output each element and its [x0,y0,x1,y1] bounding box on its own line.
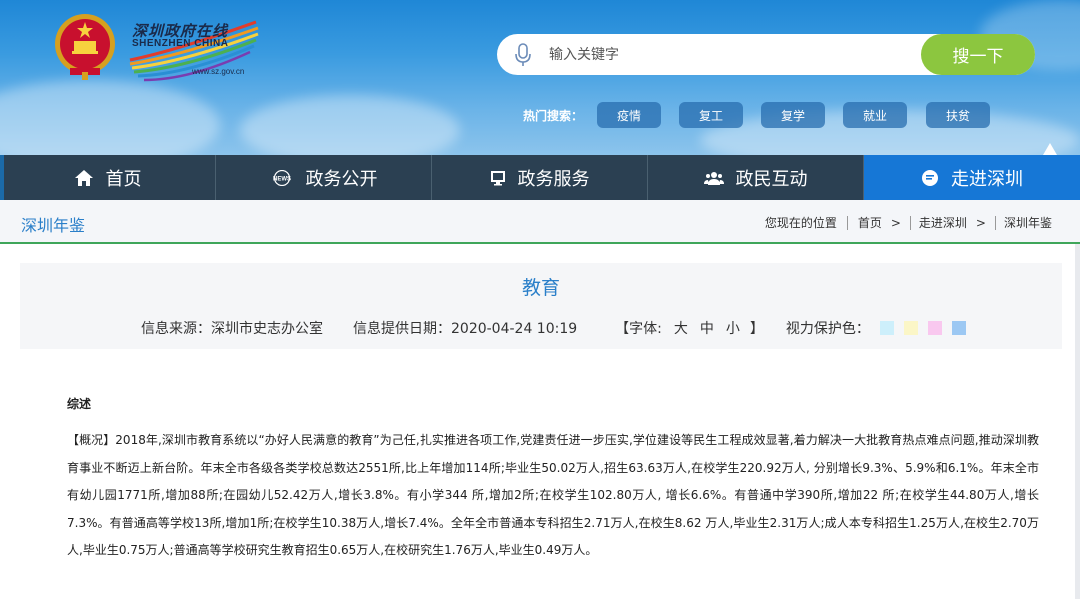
search-button[interactable]: 搜一下 [921,34,1035,75]
eye-care-swatch-cyan[interactable] [879,321,894,335]
search-bar: 搜一下 [497,34,1035,75]
monitor-icon [490,170,506,186]
article-meta: 信息来源：深圳市史志办公室 信息提供日期：2020-04-24 10:19 【字… [141,318,966,338]
logo-english-text: SHENZHEN CHINA [132,38,229,49]
font-size-small[interactable]: 小 [726,318,740,338]
hot-tag-employment[interactable]: 就业 [843,102,907,128]
breadcrumb-separator: > [975,215,986,230]
nav-label: 政务公开 [305,168,378,190]
search-input[interactable] [549,42,909,67]
logo-url-text: www.sz.gov.cn [192,67,245,76]
eye-care-label: 视力保护色： [785,321,870,337]
font-size-medium[interactable]: 中 [700,318,714,338]
nav-item-interaction[interactable]: 政民互动 [648,155,864,200]
summary-heading: 综述 [67,397,92,411]
nav-edge-strip [0,155,4,200]
breadcrumb-divider [846,215,848,230]
national-emblem-icon [55,14,115,80]
font-size-label: 【字体: [615,321,662,337]
svg-text:NEWS: NEWS [273,176,291,182]
site-header: 深圳政府在线 SHENZHEN CHINA www.sz.gov.cn 搜一下 … [0,0,1080,155]
nav-label: 首页 [105,168,142,190]
breadcrumb-discover-link[interactable]: 走进深圳 [919,214,967,231]
breadcrumb-separator: > [890,215,901,230]
eye-care-swatch-yellow[interactable] [903,321,918,335]
accessibility-icon[interactable] [1043,143,1057,155]
breadcrumb-home-link[interactable]: 首页 [858,214,882,231]
breadcrumb-divider [994,215,996,230]
news-icon: NEWS [270,169,294,186]
hot-tag-resume-work[interactable]: 复工 [679,102,743,128]
eye-care-swatch-pink[interactable] [927,321,942,335]
nav-item-discover-shenzhen[interactable]: 走进深圳 [864,155,1080,200]
nav-label: 政民互动 [735,168,808,190]
eye-care-swatch-blue[interactable] [951,321,966,335]
article-header: 教育 信息来源：深圳市史志办公室 信息提供日期：2020-04-24 10:19… [20,263,1062,349]
breadcrumb-yearbook-link[interactable]: 深圳年鉴 [1004,214,1052,231]
nav-item-government-affairs[interactable]: NEWS 政务公开 [216,155,432,200]
article-paragraph: 【概况】2018年,深圳市教育系统以“办好人民满意的教育”为己任,扎实推进各项工… [67,433,1039,557]
nav-item-home[interactable]: 首页 [0,155,216,200]
section-title[interactable]: 深圳年鉴 [21,212,85,236]
breadcrumb-divider [909,215,911,230]
font-size-end: 】 [749,321,764,337]
cloud-decoration [0,80,220,155]
hot-tag-epidemic[interactable]: 疫情 [597,102,661,128]
article-date: 信息提供日期：2020-04-24 10:19 [353,321,578,337]
article-title: 教育 [521,277,560,299]
scroll-gutter [1075,244,1080,599]
font-size-large[interactable]: 大 [674,318,688,338]
breadcrumb-bar: 深圳年鉴 您现在的位置 首页 > 走进深圳 > 深圳年鉴 [0,200,1080,244]
article-source: 信息来源：深圳市史志办公室 [141,321,323,337]
hot-tag-resume-school[interactable]: 复学 [761,102,825,128]
people-icon [703,170,724,186]
nav-item-government-services[interactable]: 政务服务 [432,155,648,200]
main-nav: 首页 NEWS 政务公开 政务服务 政民互动 走进深圳 [0,155,1080,200]
cloud-decoration [240,95,460,155]
microphone-icon[interactable] [514,43,532,67]
chat-icon [921,169,939,187]
nav-label: 走进深圳 [951,168,1023,190]
nav-label: 政务服务 [517,168,590,190]
hot-tag-poverty-relief[interactable]: 扶贫 [926,102,990,128]
hot-search-label: 热门搜索： [523,109,584,123]
breadcrumb-location-label: 您现在的位置 [764,216,837,230]
breadcrumb: 您现在的位置 首页 > 走进深圳 > 深圳年鉴 [765,214,1052,231]
home-icon [74,169,94,187]
